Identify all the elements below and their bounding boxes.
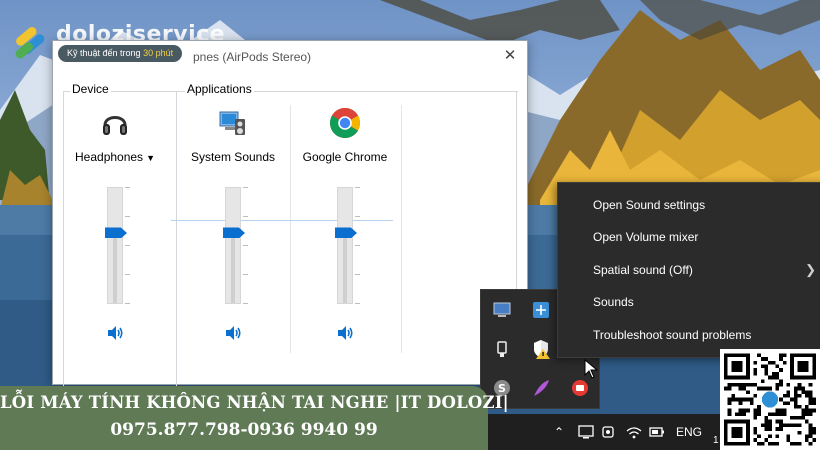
device-group-label: Device (70, 82, 111, 96)
menu-item-label: Open Sound settings (593, 198, 706, 212)
slider-tick (125, 187, 130, 188)
volume-slider-thumb[interactable] (223, 227, 245, 239)
usb-drive-icon[interactable] (491, 338, 513, 360)
speaker-icon[interactable] (335, 324, 355, 342)
speaker-icon[interactable] (223, 324, 243, 342)
volume-fill (231, 230, 235, 303)
slider-tick (125, 303, 130, 304)
qr-code (720, 349, 820, 450)
qr-code-image (724, 353, 816, 446)
slider-tick (355, 245, 360, 246)
wifi-icon[interactable] (626, 423, 642, 441)
channel-headphones: Headphones ▼ (59, 99, 171, 359)
slider-tick (125, 274, 130, 275)
channel-label: Google Chrome (302, 150, 388, 164)
show-hidden-icons-button[interactable]: ⌃ (554, 423, 564, 441)
network-app-icon[interactable] (530, 299, 552, 321)
promo-title: LỖI MÁY TÍNH KHÔNG NHẬN TAI NGHE |IT DOL… (0, 393, 509, 412)
brand-tagline-highlight: 30 phút (143, 48, 174, 58)
slider-ticks (125, 187, 131, 304)
promo-banner: LỖI MÁY TÍNH KHÔNG NHẬN TAI NGHE |IT DOL… (0, 386, 509, 450)
slider-tick (243, 216, 248, 217)
channel-google-chrome: Google Chrome (289, 99, 401, 359)
menu-item-label: Open Volume mixer (593, 230, 699, 245)
language-indicator[interactable]: ENG (676, 423, 702, 441)
volume-fill (113, 230, 117, 303)
menu-item-spatial-sound[interactable]: Spatial sound (Off) ❯ (558, 254, 820, 286)
menu-item-open-volume-mixer[interactable]: Open Volume mixer (558, 221, 820, 253)
slider-tick (243, 187, 248, 188)
volume-slider-thumb[interactable] (105, 227, 127, 239)
menu-item-sounds[interactable]: Sounds (558, 286, 820, 318)
slider-tick (355, 303, 360, 304)
menu-item-open-sound-settings[interactable]: Open Sound settings (558, 189, 820, 221)
applications-group-label: Applications (185, 82, 254, 96)
speaker-icon[interactable] (105, 324, 125, 342)
headphones-icon (103, 116, 127, 135)
channel-label: System Sounds (190, 150, 276, 164)
volume-slider-track[interactable] (107, 187, 123, 304)
slider-tick (243, 274, 248, 275)
display-tray-icon[interactable] (578, 423, 594, 441)
system-sounds-icon (219, 111, 245, 135)
channel-system-sounds: System Sounds (177, 99, 289, 359)
brand-logo-icon (15, 27, 45, 59)
chrome-icon (330, 108, 361, 139)
chevron-right-icon: ❯ (805, 261, 816, 277)
brand-tagline: Kỹ thuật đến trong 30 phút (58, 45, 183, 62)
slider-ticks (243, 187, 249, 304)
slider-tick (355, 216, 360, 217)
security-warning-icon[interactable] (530, 338, 552, 360)
slider-ticks (355, 187, 361, 304)
mouse-cursor-icon (584, 359, 598, 379)
menu-item-troubleshoot[interactable]: Troubleshoot sound problems (558, 319, 820, 351)
mixer-title: pnes (AirPods Stereo) (193, 50, 312, 64)
device-dropdown[interactable]: Headphones ▼ (59, 150, 171, 164)
close-button[interactable]: ✕ (499, 45, 521, 67)
channel-label: Headphones (75, 150, 144, 164)
volume-slider-thumb[interactable] (335, 227, 357, 239)
display-icon[interactable] (491, 299, 513, 321)
promo-phone-numbers: 0975.877.798-0936 9940 99 (110, 420, 378, 440)
close-icon: ✕ (503, 47, 517, 64)
volume-fill (343, 230, 347, 303)
channel-separator (401, 105, 402, 353)
sound-context-menu: Open Sound settings Open Volume mixer Sp… (557, 182, 820, 358)
slider-tick (125, 216, 130, 217)
volume-slider-track[interactable] (225, 187, 241, 304)
volume-mixer-window: pnes (AirPods Stereo) ✕ Device Applicati… (52, 40, 528, 396)
menu-item-label: Troubleshoot sound problems (593, 327, 752, 342)
menu-item-label: Spatial sound (Off) (593, 262, 693, 277)
menu-item-label: Sounds (593, 295, 634, 310)
messenger-app-icon[interactable] (569, 377, 591, 399)
slider-tick (355, 187, 360, 188)
volume-slider-track[interactable] (337, 187, 353, 304)
clock[interactable]: 1 (713, 432, 719, 450)
battery-icon[interactable] (648, 423, 666, 441)
chevron-down-icon: ▼ (146, 153, 155, 163)
meet-now-icon[interactable] (601, 423, 615, 441)
feather-app-icon[interactable] (530, 377, 552, 399)
slider-tick (243, 245, 248, 246)
slider-tick (125, 245, 130, 246)
slider-tick (355, 274, 360, 275)
slider-tick (243, 303, 248, 304)
brand-tagline-text: Kỹ thuật đến trong (67, 48, 141, 58)
chevron-up-icon: ⌃ (554, 425, 565, 439)
